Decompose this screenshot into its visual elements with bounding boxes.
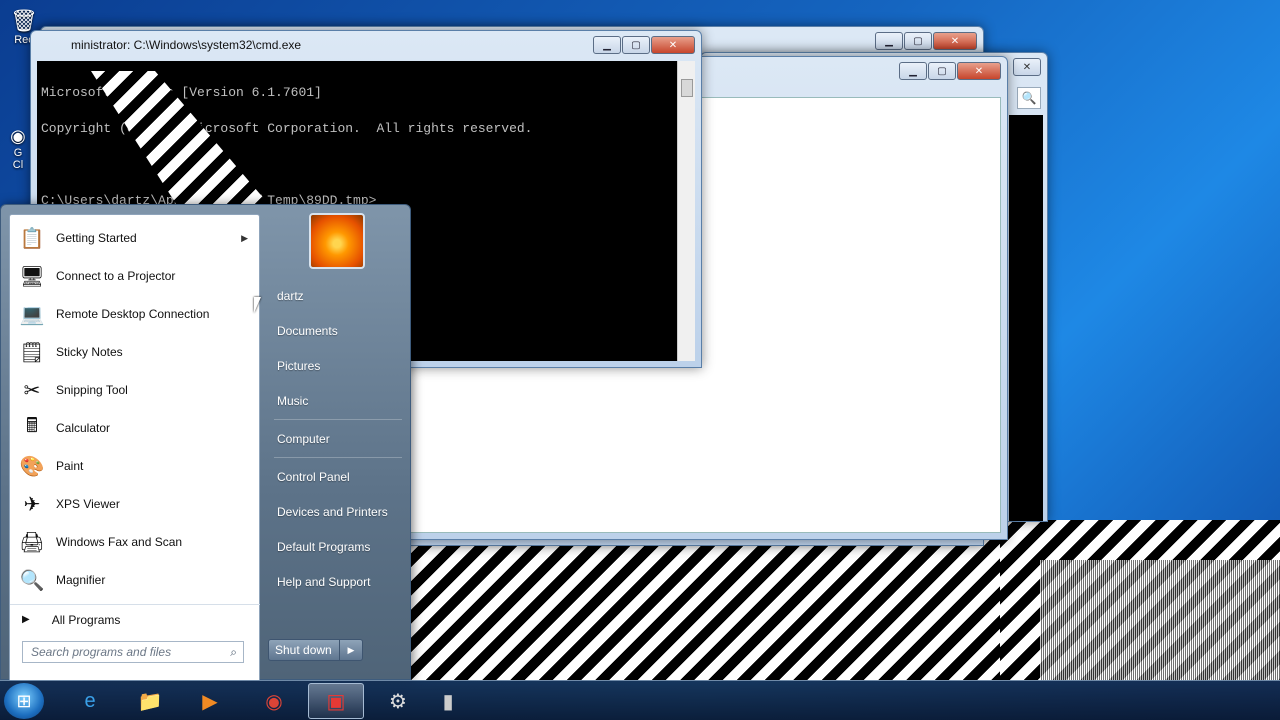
close-button[interactable]: ✕ [933, 32, 977, 50]
user-picture[interactable] [309, 213, 365, 269]
expand-arrow-icon: ▶ [22, 614, 30, 625]
display-artifact [410, 540, 1010, 680]
media-player-taskbar-icon[interactable]: ▶ [182, 683, 238, 719]
search-icon[interactable]: 🔍 [1017, 87, 1041, 109]
start-button[interactable]: ⊞ [4, 683, 44, 719]
minimize-button[interactable]: ▁ [875, 32, 903, 50]
calculator-icon: 🖩 [26, 415, 38, 437]
content-pane [1009, 115, 1043, 521]
submenu-arrow-icon: ▶ [241, 232, 248, 243]
program-label: Magnifier [56, 573, 106, 587]
minimize-button[interactable]: ▁ [899, 62, 927, 80]
xps-viewer-icon: ✈ [23, 493, 41, 516]
paint-icon: 🎨 [19, 455, 45, 478]
program-label: Calculator [56, 421, 111, 435]
maximize-button[interactable]: ▢ [928, 62, 956, 80]
shutdown-options-arrow-icon[interactable]: ▶ [340, 645, 362, 656]
menu-separator [274, 457, 402, 458]
mouse-cursor [254, 297, 261, 313]
close-button[interactable]: ✕ [1013, 58, 1041, 76]
place-item[interactable]: Computer [266, 424, 406, 454]
fax-scan-icon: 🖨 [19, 531, 45, 554]
program-label: Sticky Notes [56, 345, 123, 359]
menu-separator [274, 419, 402, 420]
program-label: Getting Started [56, 231, 137, 245]
shut-down-label: Shut down [269, 640, 340, 660]
program-item[interactable]: ✂ Snipping Tool [10, 371, 260, 409]
remote-desktop-icon: 💻 [19, 303, 45, 326]
place-item[interactable]: Default Programs [266, 532, 406, 562]
program-item[interactable]: 🔍 Magnifier [10, 561, 260, 599]
search-input[interactable]: Search programs and files ⌕ [22, 641, 244, 663]
close-button[interactable]: ✕ [651, 36, 695, 54]
close-button[interactable]: ✕ [957, 62, 1001, 80]
program-item[interactable]: 🖨 Windows Fax and Scan [10, 523, 260, 561]
maximize-button[interactable]: ▢ [622, 36, 650, 54]
maximize-button[interactable]: ▢ [904, 32, 932, 50]
display-artifact [1040, 560, 1280, 680]
program-label: Snipping Tool [56, 383, 128, 397]
search-placeholder: Search programs and files [31, 645, 172, 659]
place-item[interactable]: Documents [266, 316, 406, 346]
program-item[interactable]: 🗒 Sticky Notes [10, 333, 260, 371]
program-label: Connect to a Projector [56, 269, 176, 283]
chrome-desktop-label: G Cl [12, 147, 24, 171]
program-item[interactable]: 🖥 Connect to a Projector [10, 257, 260, 295]
windows-explorer-taskbar-icon[interactable]: 📁 [122, 683, 178, 719]
taskbar: ⊞ e 📁 ▶ ◉ ▣ ⚙ ▮ [0, 680, 1280, 720]
program-list: 🔍 Magnifier 🖨 Windows Fax and Scan ✈ XPS View… [9, 214, 260, 681]
cmd-taskbar-icon[interactable]: ▮ [430, 683, 466, 719]
chrome-taskbar-icon[interactable]: ◉ [246, 683, 302, 719]
place-item[interactable]: Help and Support [266, 567, 406, 597]
snipping-tool-icon: ✂ [23, 379, 41, 402]
internet-explorer-taskbar-icon[interactable]: e [62, 683, 118, 719]
start-menu[interactable]: 🔍 Magnifier 🖨 Windows Fax and Scan ✈ XPS View… [0, 204, 411, 681]
search-icon[interactable]: ⌕ [230, 645, 237, 660]
chrome-desktop-icon[interactable]: ◉ G Cl [6, 126, 30, 171]
program-item[interactable]: 💻 Remote Desktop Connection [10, 295, 260, 333]
program-label: Remote Desktop Connection [56, 307, 210, 321]
tool-taskbar-icon[interactable]: ⚙ [370, 683, 426, 719]
magnifier-icon: 🔍 [19, 569, 45, 592]
place-item[interactable]: Control Panel [266, 462, 406, 492]
minimize-button[interactable]: ▁ [593, 36, 621, 54]
all-programs-button[interactable]: ▶ All Programs [10, 604, 260, 634]
place-item[interactable]: Devices and Printers [266, 497, 406, 527]
all-programs-label: All Programs [51, 612, 121, 627]
scrollbar-thumb[interactable] [681, 79, 693, 97]
app-active-taskbar-icon[interactable]: ▣ [308, 683, 364, 719]
console-scrollbar[interactable] [677, 61, 695, 361]
program-label: Windows Fax and Scan [56, 535, 183, 549]
program-label: XPS Viewer [56, 497, 120, 511]
projector-icon: 🖥 [19, 265, 45, 288]
getting-started-icon: 📋 [19, 227, 45, 250]
program-label: Paint [56, 459, 84, 473]
program-item[interactable]: 🎨 Paint [10, 447, 260, 485]
program-item[interactable]: 📋 Getting Started ▶ [10, 219, 260, 257]
sticky-notes-icon: 🗒 [19, 341, 45, 364]
place-item[interactable]: dartz [266, 281, 406, 311]
shut-down-button[interactable]: Shut down ▶ [268, 639, 363, 661]
program-item[interactable]: ✈ XPS Viewer [10, 485, 260, 523]
place-item[interactable]: Music [266, 386, 406, 416]
place-item[interactable]: Pictures [266, 351, 406, 381]
program-item[interactable]: 🖩 Calculator [10, 409, 260, 447]
